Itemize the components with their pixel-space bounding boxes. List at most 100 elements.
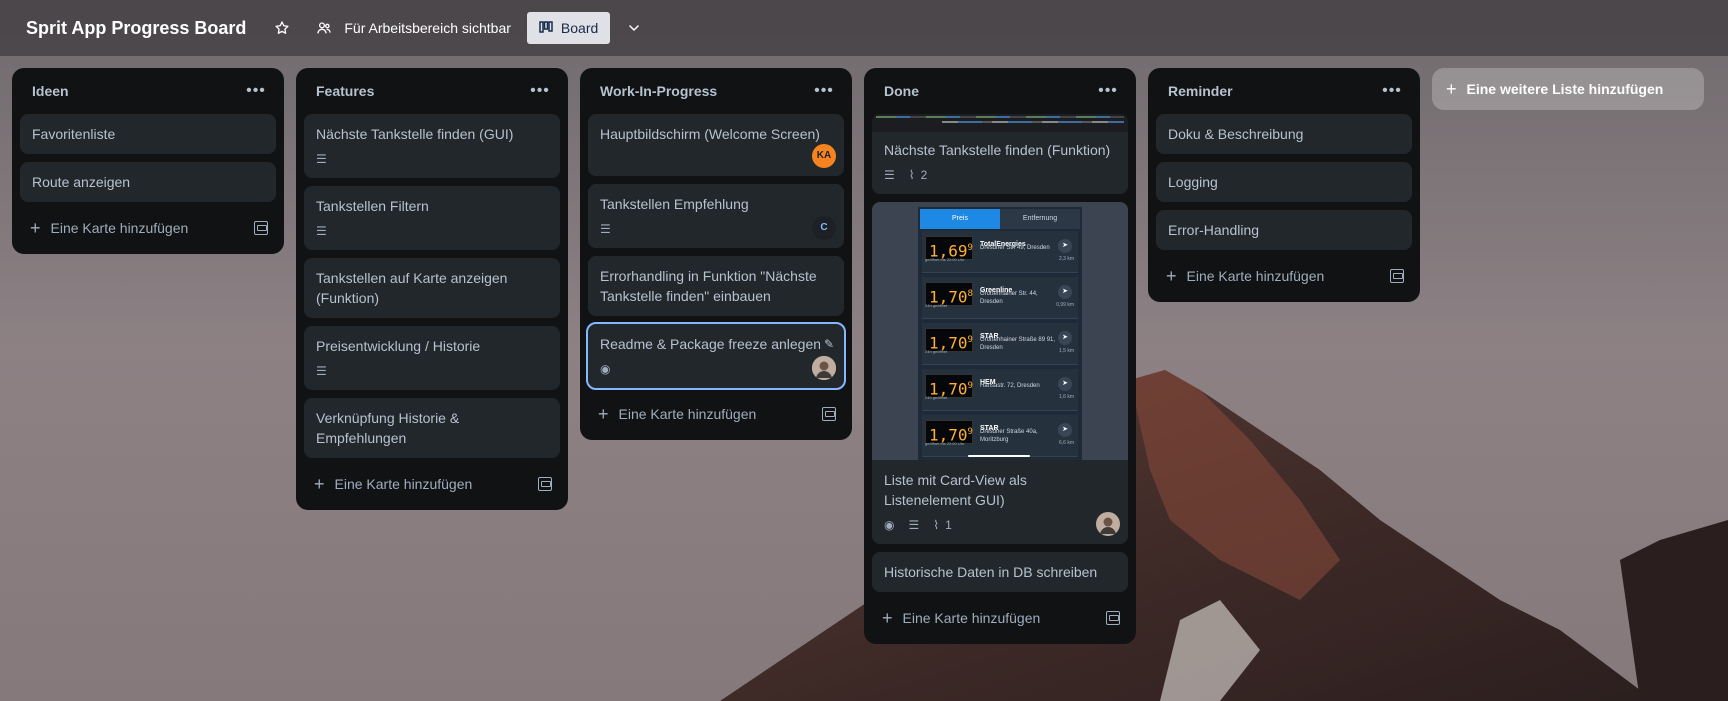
station-row: 1,709 HEM Hansastr. 72, Dresden ➤ 1,6 km… [922,369,1078,411]
add-card-label: Eine Karte hinzufügen [50,220,189,236]
card[interactable]: Error-Handling [1156,210,1412,250]
card-title: Historische Daten in DB schreiben [884,564,1098,580]
list-title[interactable]: Done [884,83,919,99]
board-title[interactable]: Sprit App Progress Board [26,18,246,39]
card[interactable]: Preisentwicklung / Historie ☰ [304,326,560,390]
list-header: Done ••• [872,68,1128,114]
template-icon[interactable] [1390,269,1404,283]
paperclip-icon: ⌇ [933,518,940,532]
card[interactable]: Route anzeigen [20,162,276,202]
card-title: Errorhandling in Funktion "Nächste Tanks… [600,268,817,304]
station-row: 1,699 TotalEnergies Dresdner Str. 49, Dr… [922,231,1078,273]
avatar[interactable] [812,356,836,380]
card[interactable]: Doku & Beschreibung [1156,114,1412,154]
add-card-button[interactable]: + Eine Karte hinzufügen [20,210,276,246]
card[interactable]: Tankstellen Empfehlung ☰ C [588,184,844,248]
list-reminder: Reminder ••• Doku & Beschreibung Logging… [1148,68,1420,302]
description-icon: ☰ [316,364,327,378]
template-icon[interactable] [254,221,268,235]
card[interactable]: Errorhandling in Funktion "Nächste Tanks… [588,256,844,316]
add-list-button[interactable]: + Eine weitere Liste hinzufügen [1432,68,1704,110]
star-icon[interactable] [268,14,296,42]
card[interactable]: Nächste Tankstelle finden (GUI) ☰ [304,114,560,178]
add-card-label: Eine Karte hinzufügen [334,476,473,492]
plus-icon: + [882,608,893,628]
card[interactable]: Nächste Tankstelle finden (Funktion) ☰ ⌇… [872,114,1128,194]
add-card-button[interactable]: + Eine Karte hinzufügen [872,600,1128,636]
list-header: Work-In-Progress ••• [588,68,844,114]
plus-icon: + [30,218,41,238]
add-card-button[interactable]: + Eine Karte hinzufügen [304,466,560,502]
chevron-down-icon[interactable] [620,14,648,42]
description-icon: ☰ [884,168,895,182]
card-title: Tankstellen auf Karte anzeigen (Funktion… [316,270,508,306]
add-card-button[interactable]: + Eine Karte hinzufügen [1156,258,1412,294]
ellipsis-icon[interactable]: ••• [244,82,268,100]
card[interactable]: Favoritenliste [20,114,276,154]
card-title: Nächste Tankstelle finden (Funktion) [884,142,1111,158]
home-indicator [968,455,1030,457]
board-icon [539,20,553,36]
card-title: Route anzeigen [32,174,131,190]
ellipsis-icon[interactable]: ••• [812,82,836,100]
card-title: Error-Handling [1168,222,1260,238]
card[interactable]: Logging [1156,162,1412,202]
description-icon: ☰ [316,152,327,166]
list-title[interactable]: Work-In-Progress [600,83,717,99]
list-title[interactable]: Features [316,83,374,99]
template-icon[interactable] [1106,611,1120,625]
card[interactable]: Verknüpfung Historie & Empfehlungen [304,398,560,458]
station-row: 1,708 Greenline Großenhainer Str. 44, Dr… [922,277,1078,319]
visibility-button[interactable]: Für Arbeitsbereich sichtbar [310,14,511,42]
add-card-button[interactable]: + Eine Karte hinzufügen [588,396,844,432]
ellipsis-icon[interactable]: ••• [528,82,552,100]
card[interactable]: Tankstellen auf Karte anzeigen (Funktion… [304,258,560,318]
description-icon: ☰ [316,224,327,238]
card-title: Doku & Beschreibung [1168,126,1304,142]
template-icon[interactable] [538,477,552,491]
add-list-label: Eine weitere Liste hinzufügen [1466,81,1664,97]
board-view-button[interactable]: Board [526,12,611,44]
pencil-icon[interactable]: ✎ [819,334,834,354]
template-icon[interactable] [822,407,836,421]
list-work-in-progress: Work-In-Progress ••• Hauptbildschirm (We… [580,68,852,440]
attachment-badge: ⌇ 2 [909,165,928,185]
avatar[interactable]: C [812,216,836,240]
people-icon [310,14,338,42]
add-card-label: Eine Karte hinzufügen [618,406,757,422]
card[interactable]: Historische Daten in DB schreiben [872,552,1128,592]
eye-icon: ◉ [600,362,611,376]
list-header: Features ••• [304,68,560,114]
app-screenshot: Preis Entfernung 1,699 TotalEnergies Dre… [918,207,1082,460]
card-title: Verknüpfung Historie & Empfehlungen [316,410,460,446]
card-cover-screenshot: Preis Entfernung 1,699 TotalEnergies Dre… [872,202,1128,460]
plus-icon: + [598,404,609,424]
station-row: 1,709 STAR Dresdner Straße 40a, Moritzbu… [922,415,1078,457]
avatar[interactable]: KA [812,144,836,168]
list-title[interactable]: Ideen [32,83,69,99]
card-title: Nächste Tankstelle finden (GUI) [316,126,514,142]
card[interactable]: Preis Entfernung 1,699 TotalEnergies Dre… [872,202,1128,544]
ellipsis-icon[interactable]: ••• [1380,82,1404,100]
card-title: Favoritenliste [32,126,116,142]
list-ideen: Ideen ••• Favoritenliste Route anzeigen … [12,68,284,254]
add-card-label: Eine Karte hinzufügen [902,610,1041,626]
ellipsis-icon[interactable]: ••• [1096,82,1120,100]
board-view-label: Board [560,20,599,36]
list-done: Done ••• Nächste Tankstelle finden (Funk… [864,68,1136,644]
card-title: Preisentwicklung / Historie [316,338,481,354]
card-cover-code [872,114,1128,132]
card[interactable]: Hauptbildschirm (Welcome Screen) KA [588,114,844,176]
avatar[interactable] [1096,512,1120,536]
visibility-label: Für Arbeitsbereich sichtbar [344,20,511,36]
list-header: Ideen ••• [20,68,276,114]
list-title[interactable]: Reminder [1168,83,1233,99]
card-title: Readme & Package freeze anlegen [600,336,822,352]
list-features: Features ••• Nächste Tankstelle finden (… [296,68,568,510]
board-header: Sprit App Progress Board Für Arbeitsbere… [0,0,1728,56]
card[interactable]: Readme & Package freeze anlegen ✎ ◉ [586,322,846,390]
plus-icon: + [314,474,325,494]
card[interactable]: Tankstellen Filtern ☰ [304,186,560,250]
list-header: Reminder ••• [1156,68,1412,114]
description-icon: ☰ [600,222,611,236]
